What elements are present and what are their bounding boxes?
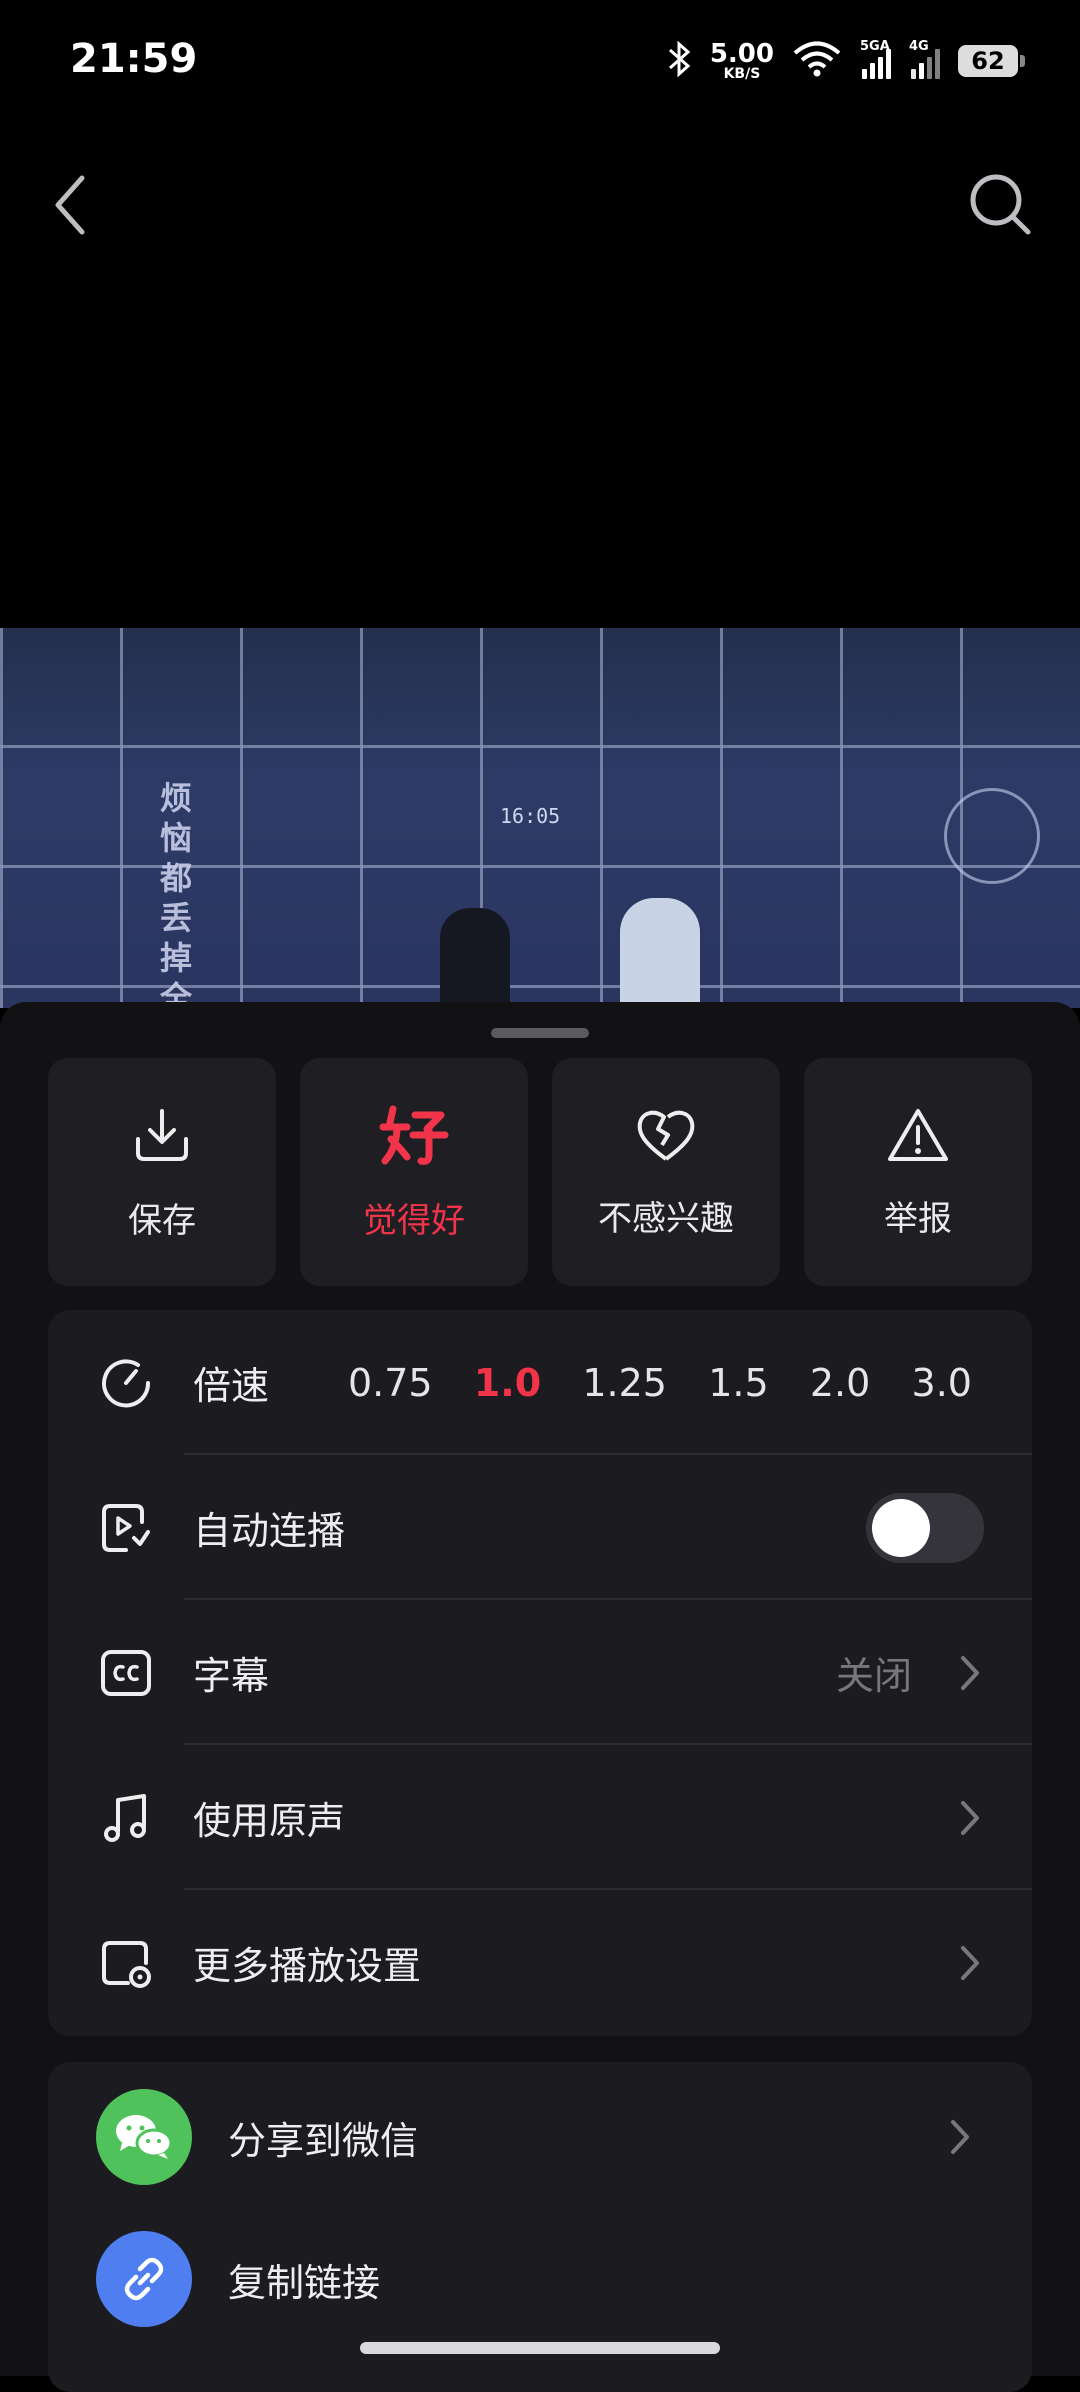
share-wechat-title: 分享到微信 <box>228 2118 419 2163</box>
link-icon <box>96 2231 192 2327</box>
save-button[interactable]: 保存 <box>48 1058 276 1286</box>
toggle-knob <box>872 1498 930 1557</box>
video-player[interactable]: 烦恼都丢掉全部 16:05 <box>0 628 1080 1008</box>
status-icons: 5.00 KB/S 5GA 4G 62 <box>668 39 1025 82</box>
speed-row: 倍速 0.75 1.0 1.25 1.5 2.0 3.0 <box>48 1310 1032 1455</box>
wechat-icon <box>96 2089 192 2185</box>
back-button[interactable] <box>46 170 96 240</box>
sheet-drag-handle[interactable] <box>491 1028 589 1038</box>
warning-icon <box>888 1108 948 1161</box>
copy-link-row[interactable]: 复制链接 <box>48 2214 1032 2344</box>
wifi-icon <box>792 40 842 82</box>
signal-4g-icon: 4G <box>909 39 940 79</box>
settings-video-icon <box>98 1935 154 1991</box>
quick-actions: 保存 觉得好 不感兴趣 举报 <box>48 1058 1032 1286</box>
more-settings-title: 更多播放设置 <box>193 1944 422 1988</box>
subtitles-value: 关闭 <box>835 1654 912 1698</box>
original-sound-title: 使用原声 <box>193 1799 346 1843</box>
signal-5ga-icon: 5GA <box>860 39 891 79</box>
video-dancer <box>440 908 510 1008</box>
report-button[interactable]: 举报 <box>804 1058 1032 1286</box>
save-label: 保存 <box>128 1200 196 1241</box>
report-label: 举报 <box>884 1198 952 1239</box>
subtitles-title: 字幕 <box>193 1654 270 1698</box>
network-speed: 5.00 KB/S <box>709 39 774 82</box>
chevron-right-icon <box>961 1800 979 1835</box>
search-icon <box>970 174 1031 235</box>
autoplay-icon <box>98 1500 154 1556</box>
home-indicator[interactable] <box>360 2342 720 2354</box>
speed-option-1.0[interactable]: 1.0 <box>474 1361 541 1405</box>
playback-settings-card: 倍速 0.75 1.0 1.25 1.5 2.0 3.0 自动连播 字幕 关闭 … <box>48 1310 1032 2036</box>
like-label: 觉得好 <box>363 1200 465 1241</box>
share-wechat-row[interactable]: 分享到微信 <box>48 2072 1032 2202</box>
speed-options: 0.75 1.0 1.25 1.5 2.0 3.0 <box>348 1361 972 1405</box>
search-button[interactable] <box>968 172 1034 238</box>
status-time: 21:59 <box>70 36 198 82</box>
speed-option-2.0[interactable]: 2.0 <box>810 1361 870 1405</box>
speed-option-0.75[interactable]: 0.75 <box>348 1361 433 1405</box>
broken-heart-icon <box>637 1110 695 1161</box>
autoplay-title: 自动连播 <box>193 1509 346 1553</box>
speed-option-3.0[interactable]: 3.0 <box>912 1361 972 1405</box>
video-wall-text: 烦恼都丢掉全部 <box>160 779 193 1008</box>
autoplay-row[interactable]: 自动连播 <box>48 1455 1032 1600</box>
battery-icon: 62 <box>958 45 1025 77</box>
video-fan <box>944 788 1040 884</box>
status-bar: 21:59 5.00 KB/S 5GA 4G 62 <box>0 0 1080 130</box>
speedometer-icon <box>98 1355 154 1411</box>
like-button[interactable]: 觉得好 <box>300 1058 528 1286</box>
video-clock: 16:05 <box>500 804 561 828</box>
speed-option-1.5[interactable]: 1.5 <box>708 1361 768 1405</box>
music-note-icon <box>98 1790 154 1846</box>
cc-icon <box>98 1645 154 1701</box>
speed-title: 倍速 <box>193 1364 270 1408</box>
chevron-right-icon <box>961 1655 979 1690</box>
chevron-left-icon <box>55 175 85 235</box>
speed-option-1.25[interactable]: 1.25 <box>582 1361 667 1405</box>
not-interested-label: 不感兴趣 <box>598 1198 734 1239</box>
more-options-sheet: 保存 觉得好 不感兴趣 举报 倍速 0.75 1.0 1.25 1.5 2.0 … <box>0 1002 1080 2392</box>
good-icon <box>379 1105 449 1165</box>
original-sound-row[interactable]: 使用原声 <box>48 1745 1032 1890</box>
chevron-right-icon <box>951 2120 969 2154</box>
chevron-right-icon <box>961 1945 979 1980</box>
video-dancer <box>620 898 700 1008</box>
autoplay-toggle[interactable] <box>866 1492 984 1563</box>
copy-link-title: 复制链接 <box>228 2260 381 2305</box>
subtitles-row[interactable]: 字幕 关闭 <box>48 1600 1032 1745</box>
not-interested-button[interactable]: 不感兴趣 <box>552 1058 780 1286</box>
more-settings-row[interactable]: 更多播放设置 <box>48 1890 1032 2035</box>
download-icon <box>136 1108 188 1161</box>
bluetooth-icon <box>668 40 692 82</box>
